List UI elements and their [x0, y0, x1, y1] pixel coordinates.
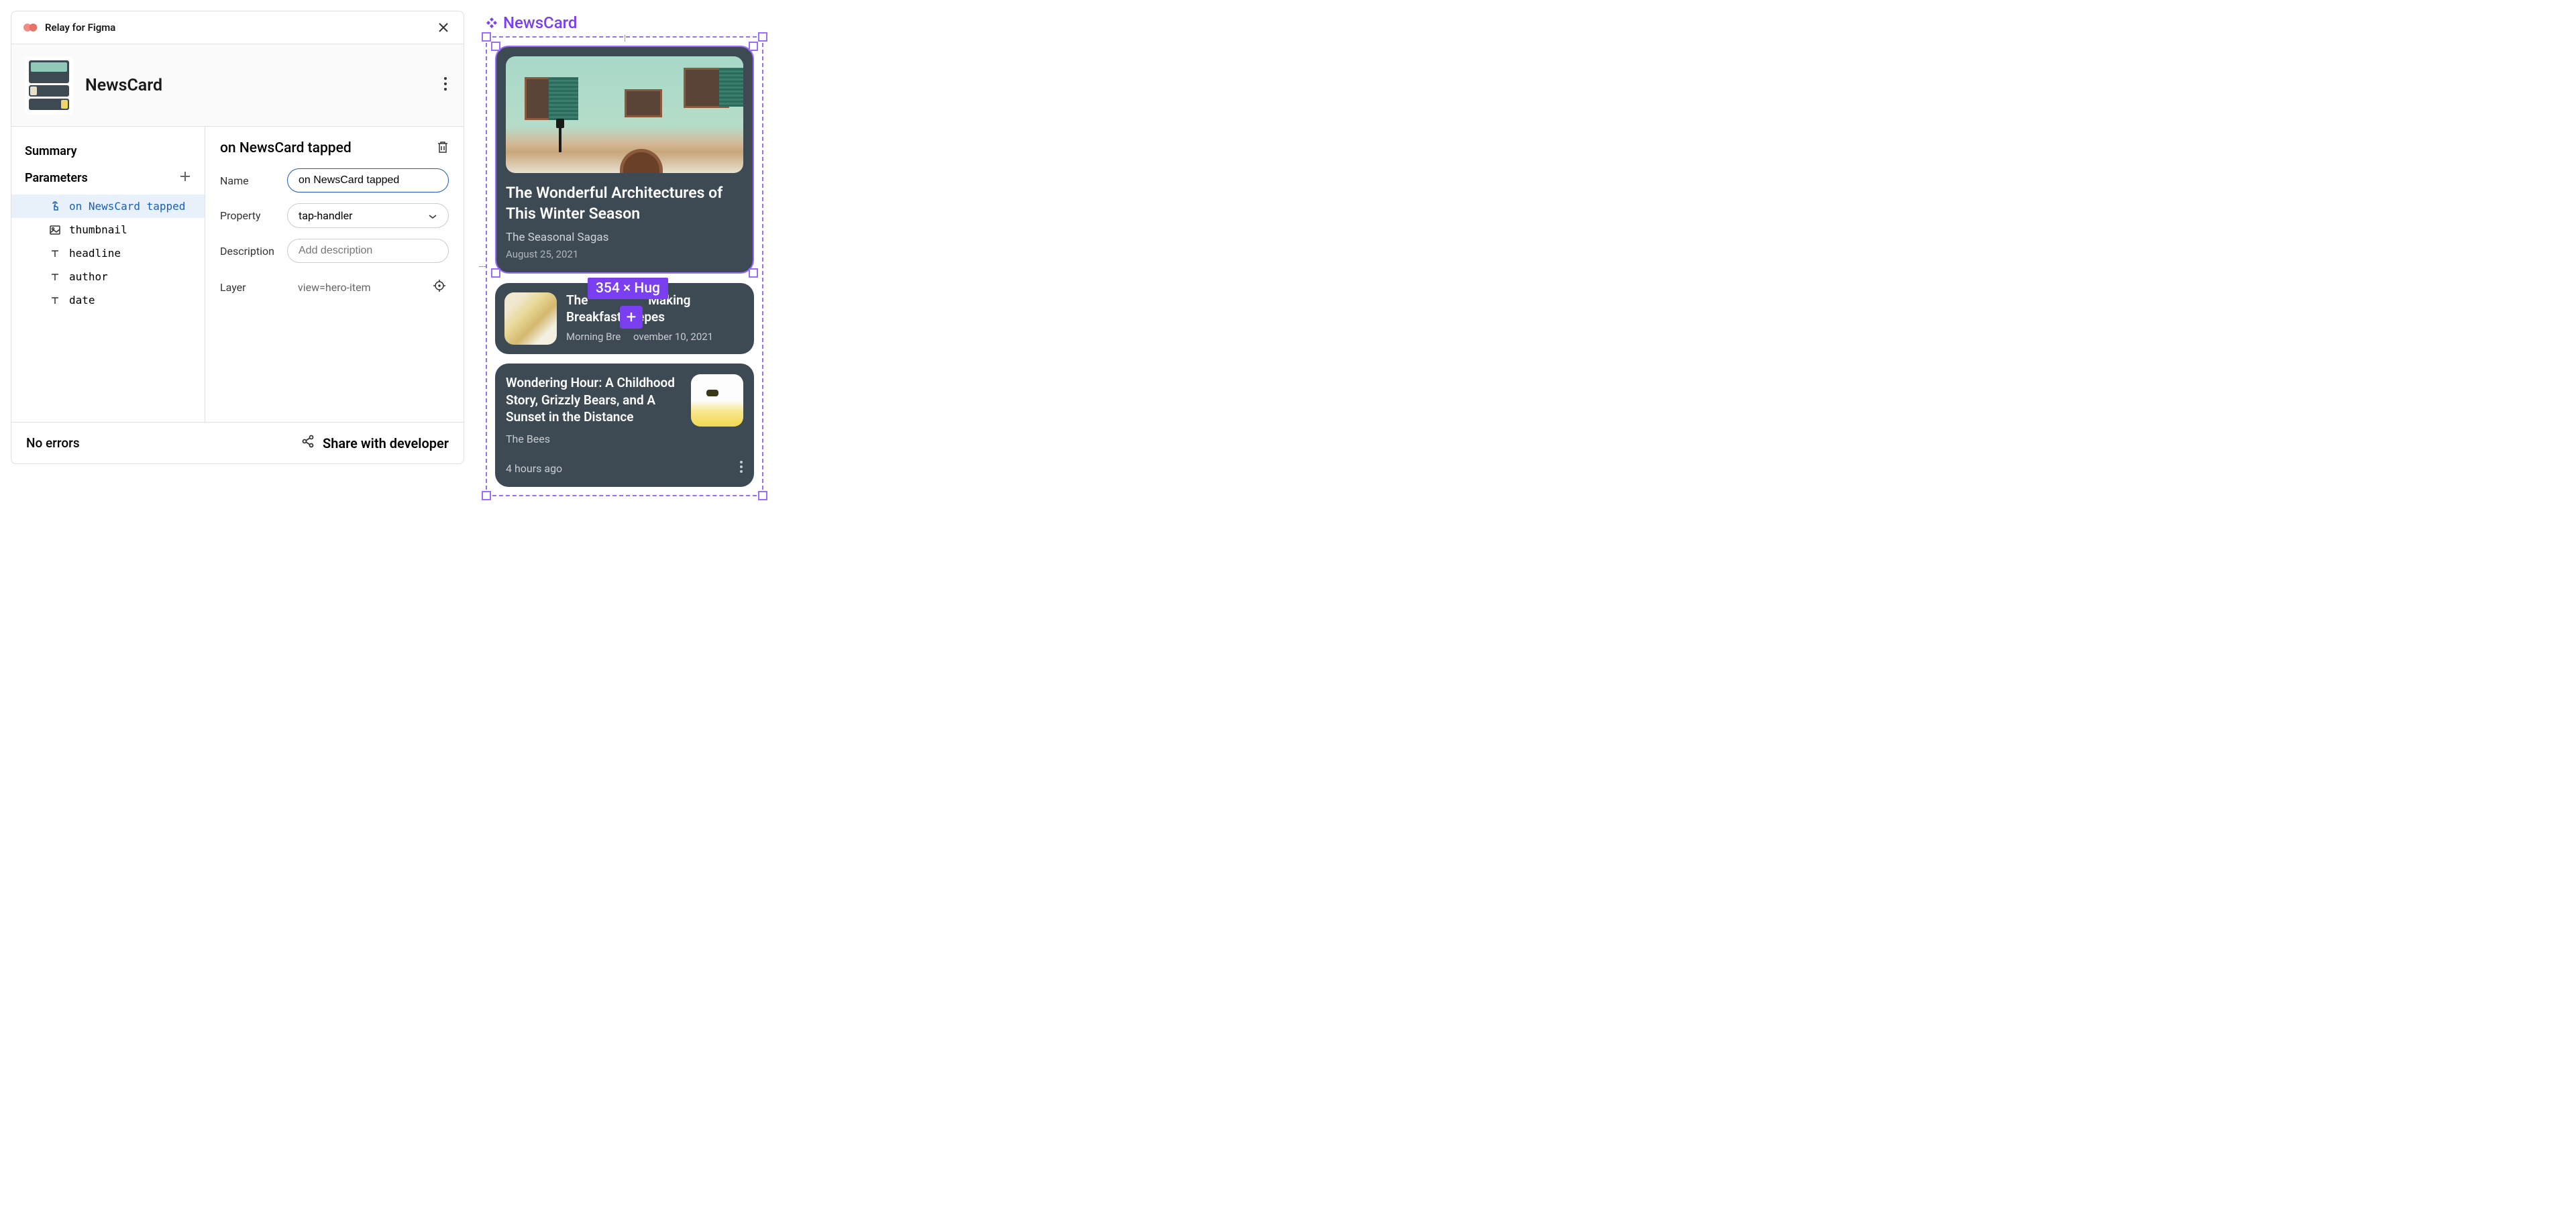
size-badge: 354 × Hug: [588, 278, 668, 299]
panel-header: Relay for Figma: [11, 11, 464, 44]
errors-status: No errors: [26, 435, 80, 451]
selection-handle[interactable]: [482, 32, 491, 42]
image-icon: [49, 225, 61, 235]
delete-parameter-button[interactable]: [437, 140, 449, 156]
param-label: date: [69, 294, 95, 306]
card3-more-button[interactable]: [739, 460, 743, 476]
add-variant-button[interactable]: +: [620, 306, 643, 329]
target-layer-button[interactable]: [433, 279, 446, 295]
parameter-list: on NewsCard tapped thumbnail headline: [11, 194, 205, 312]
tap-icon: [49, 201, 61, 213]
name-label: Name: [220, 174, 279, 187]
row-meta: Morning Bre ovember 10, 2021: [566, 331, 745, 343]
description-label: Description: [220, 245, 279, 258]
plus-icon: +: [627, 307, 637, 327]
relay-panel: Relay for Figma NewsCard Summary Paramet…: [11, 11, 464, 464]
param-label: author: [69, 270, 108, 283]
property-select[interactable]: tap-handler: [287, 203, 449, 228]
summary-section[interactable]: Summary: [11, 139, 205, 164]
selection-handle[interactable]: [491, 42, 500, 51]
param-item-tap[interactable]: on NewsCard tapped: [11, 194, 205, 218]
card3-headline: Wondering Hour: A Childhood Story, Grizz…: [506, 374, 682, 426]
param-label: thumbnail: [69, 223, 127, 236]
share-icon: [301, 435, 315, 451]
param-item-headline[interactable]: headline: [11, 241, 205, 265]
component-frame[interactable]: The Wonderful Architectures of This Wint…: [486, 36, 763, 496]
sidebar: Summary Parameters on NewsCard tapped: [11, 127, 205, 422]
component-name: NewsCard: [85, 76, 162, 95]
news-card-audio[interactable]: Wondering Hour: A Childhood Story, Grizz…: [495, 364, 754, 487]
layer-value: view=hero-item: [298, 281, 371, 294]
row-thumbnail: [504, 292, 557, 345]
param-label: on NewsCard tapped: [69, 200, 185, 213]
plugin-title: Relay for Figma: [45, 21, 115, 34]
component-more-button[interactable]: [441, 74, 450, 97]
canvas-component-name: NewsCard: [503, 13, 577, 32]
card3-author: The Bees: [506, 433, 682, 445]
hero-card[interactable]: The Wonderful Architectures of This Wint…: [495, 46, 754, 274]
description-input[interactable]: [287, 239, 449, 263]
card3-time: 4 hours ago: [506, 462, 562, 475]
figma-canvas: NewsCard The Wonderful Architectures of …: [486, 11, 763, 496]
component-header: NewsCard: [11, 44, 464, 127]
card3-thumbnail: [691, 374, 743, 427]
selection-handle[interactable]: [758, 491, 767, 500]
share-with-developer-button[interactable]: Share with developer: [301, 435, 449, 451]
share-label: Share with developer: [323, 435, 449, 451]
param-item-author[interactable]: author: [11, 265, 205, 288]
hero-headline: The Wonderful Architectures of This Wint…: [506, 182, 743, 224]
alignment-guide-horizontal: [479, 266, 486, 267]
chevron-down-icon: [428, 209, 437, 222]
layer-label: Layer: [220, 281, 279, 294]
panel-footer: No errors Share with developer: [11, 422, 464, 463]
close-button[interactable]: [435, 19, 451, 36]
param-item-thumbnail[interactable]: thumbnail: [11, 218, 205, 241]
detail-title: on NewsCard tapped: [220, 140, 352, 156]
property-value: tap-handler: [299, 209, 353, 222]
hero-date: August 25, 2021: [506, 248, 743, 260]
component-icon: [486, 17, 498, 29]
text-icon: [49, 272, 61, 282]
hero-author: The Seasonal Sagas: [506, 231, 743, 244]
add-parameter-button[interactable]: [179, 170, 191, 185]
parameters-section-label: Parameters: [25, 171, 88, 185]
selection-handle[interactable]: [482, 491, 491, 500]
selection-handle[interactable]: [491, 268, 500, 278]
text-icon: [49, 249, 61, 258]
param-item-date[interactable]: date: [11, 288, 205, 312]
relay-logo-icon: [23, 22, 38, 33]
canvas-component-label[interactable]: NewsCard: [486, 13, 763, 32]
name-input[interactable]: [287, 168, 449, 192]
text-icon: [49, 296, 61, 305]
parameter-detail: on NewsCard tapped Name Property tap-han…: [205, 127, 464, 422]
component-thumbnail: [25, 56, 73, 114]
hero-thumbnail: [506, 56, 743, 173]
selection-handle[interactable]: [749, 268, 758, 278]
selection-handle[interactable]: [758, 32, 767, 42]
param-label: headline: [69, 247, 121, 260]
property-label: Property: [220, 209, 279, 222]
selection-handle[interactable]: [749, 42, 758, 51]
